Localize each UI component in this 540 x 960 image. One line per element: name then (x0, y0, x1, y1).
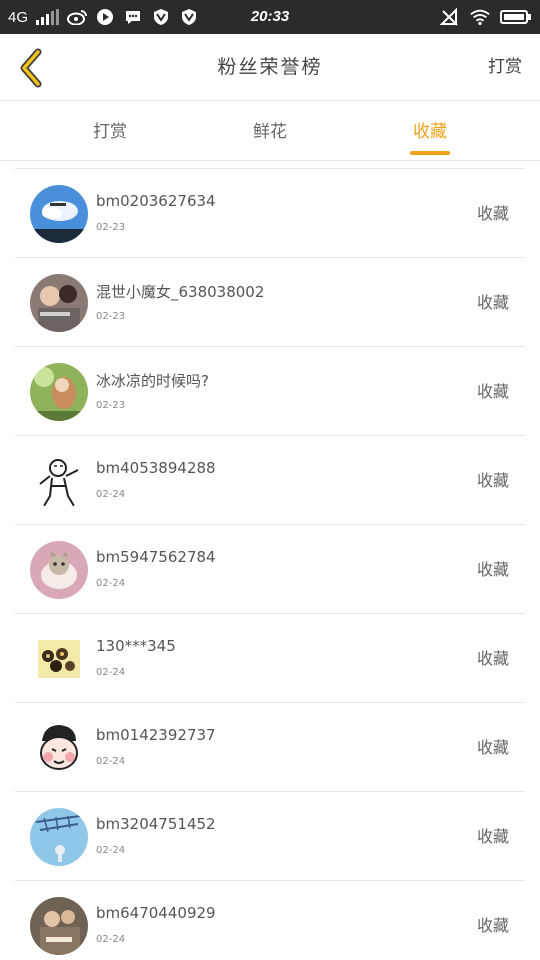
avatar (30, 363, 88, 421)
avatar (30, 808, 88, 866)
status-label: 收藏 (476, 293, 509, 312)
date: 02-23 (96, 311, 126, 322)
status-label: 收藏 (476, 560, 509, 579)
list-item[interactable]: bm5947562784 02-24 收藏 (15, 525, 525, 614)
fan-list: bm0203627634 02-23 收藏 混世小魔女_638038002 02… (15, 168, 525, 960)
list-item[interactable]: bm0203627634 02-23 收藏 (15, 169, 525, 258)
header-reward-button[interactable]: 打赏 (488, 34, 522, 101)
active-tab-indicator (410, 151, 450, 155)
user-name: bm0142392737 (96, 726, 216, 744)
status-label: 收藏 (476, 827, 509, 846)
nav-header: 粉丝荣誉榜 打赏 (0, 34, 540, 101)
list-item[interactable]: bm3204751452 02-24 收藏 (15, 792, 525, 881)
user-name: bm3204751452 (96, 815, 216, 833)
status-bar: 4G 20:33 (0, 0, 540, 34)
date: 02-24 (96, 578, 126, 589)
date: 02-24 (96, 845, 126, 856)
user-name: 冰冰凉的时候吗? (96, 372, 209, 390)
wifi-icon (470, 7, 490, 27)
date: 02-24 (96, 489, 126, 500)
status-right (440, 0, 532, 34)
list-item[interactable]: 130***345 02-24 收藏 (15, 614, 525, 703)
avatar (30, 719, 88, 777)
date: 02-23 (96, 222, 126, 233)
user-name: 混世小魔女_638038002 (96, 283, 265, 301)
status-label: 收藏 (476, 916, 509, 935)
avatar (30, 630, 88, 688)
date: 02-24 (96, 756, 126, 767)
user-name: bm6470440929 (96, 904, 216, 922)
battery-icon (500, 7, 532, 27)
page-title: 粉丝荣誉榜 (217, 56, 323, 78)
tab-bar: 打赏 鲜花 收藏 (0, 101, 540, 161)
avatar (30, 897, 88, 955)
list-item[interactable]: bm0142392737 02-24 收藏 (15, 703, 525, 792)
date: 02-23 (96, 400, 126, 411)
list-item[interactable]: 冰冰凉的时候吗? 02-23 收藏 (15, 347, 525, 436)
list-item[interactable]: 混世小魔女_638038002 02-23 收藏 (15, 258, 525, 347)
list-item[interactable]: bm4053894288 02-24 收藏 (15, 436, 525, 525)
status-label: 收藏 (476, 471, 509, 490)
status-label: 收藏 (476, 649, 509, 668)
date: 02-24 (96, 667, 126, 678)
user-name: bm0203627634 (96, 192, 216, 210)
status-label: 收藏 (476, 738, 509, 757)
avatar (30, 185, 88, 243)
status-label: 收藏 (476, 382, 509, 401)
avatar (30, 274, 88, 332)
user-name: 130***345 (96, 637, 176, 655)
tab-reward[interactable]: 打赏 (70, 101, 150, 161)
tab-flowers[interactable]: 鲜花 (230, 101, 310, 161)
avatar (30, 452, 88, 510)
list-item[interactable]: bm6470440929 02-24 收藏 (15, 881, 525, 960)
status-label: 收藏 (476, 204, 509, 223)
avatar (30, 541, 88, 599)
no-signal-icon (440, 7, 460, 27)
user-name: bm5947562784 (96, 548, 216, 566)
date: 02-24 (96, 934, 126, 945)
user-name: bm4053894288 (96, 459, 216, 477)
